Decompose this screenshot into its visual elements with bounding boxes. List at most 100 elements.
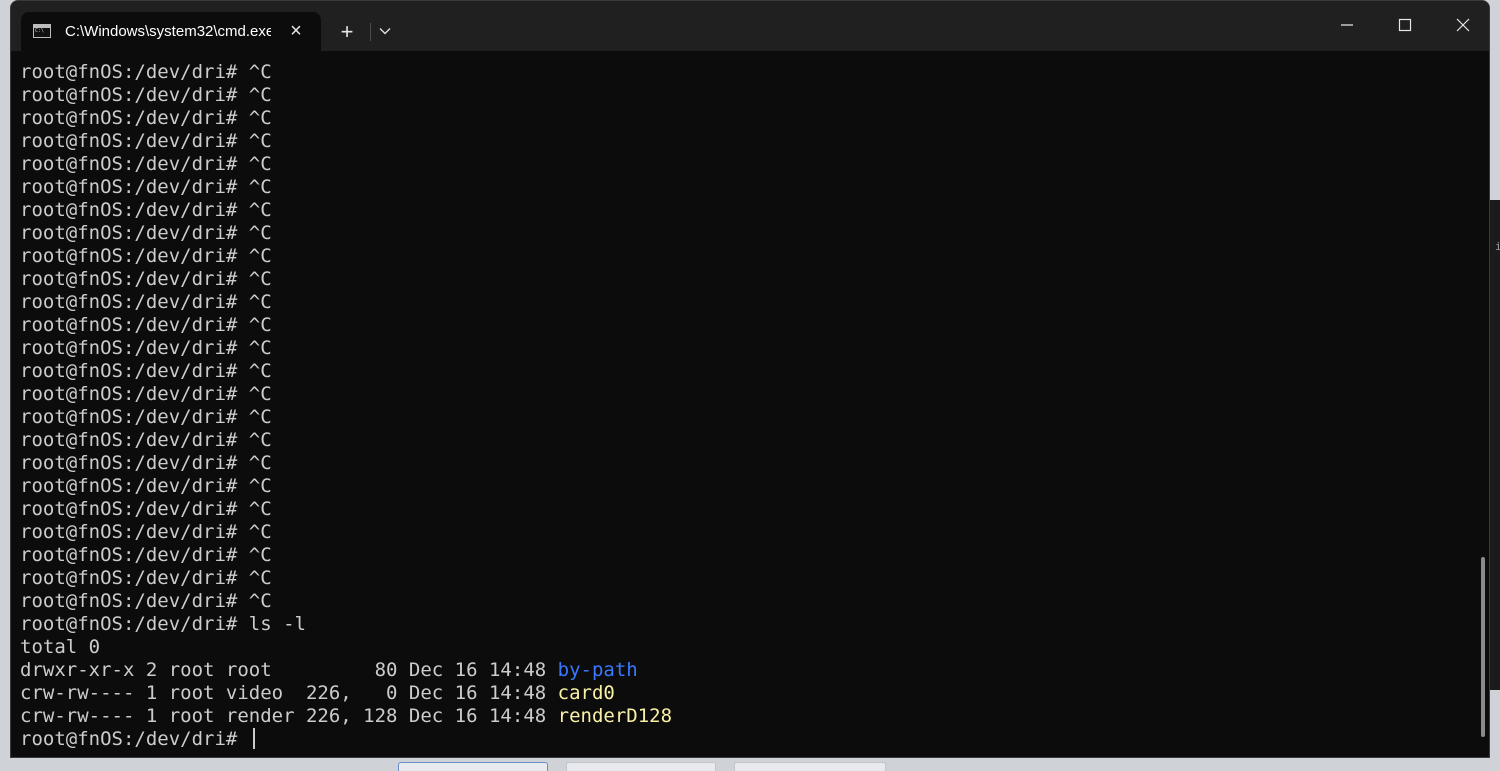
prompt: root@fnOS:/dev/dri# bbox=[20, 153, 249, 175]
listing-filename: by-path bbox=[557, 659, 638, 681]
prompt: root@fnOS:/dev/dri# bbox=[20, 245, 249, 267]
terminal-line: root@fnOS:/dev/dri# ^C bbox=[20, 222, 1470, 245]
terminal-line: root@fnOS:/dev/dri# ^C bbox=[20, 199, 1470, 222]
command-text: ^C bbox=[248, 84, 272, 106]
prompt: root@fnOS:/dev/dri# bbox=[20, 498, 249, 520]
command-text: ^C bbox=[248, 153, 272, 175]
command-text: ^C bbox=[248, 314, 272, 336]
listing-attributes: drwxr-xr-x 2 root root 80 Dec 16 14:48 bbox=[20, 659, 558, 681]
command-text: ^C bbox=[248, 107, 272, 129]
terminal-icon bbox=[33, 24, 51, 38]
background-window-edge: i bbox=[1490, 200, 1500, 690]
listing-filename: card0 bbox=[557, 682, 615, 704]
terminal-line: root@fnOS:/dev/dri# ^C bbox=[20, 84, 1470, 107]
prompt: root@fnOS:/dev/dri# bbox=[20, 61, 249, 83]
terminal-line: total 0 bbox=[20, 636, 1470, 659]
prompt: root@fnOS:/dev/dri# bbox=[20, 452, 249, 474]
tab-title: C:\Windows\system32\cmd.exe bbox=[65, 23, 271, 40]
terminal-line: root@fnOS:/dev/dri# ^C bbox=[20, 521, 1470, 544]
prompt: root@fnOS:/dev/dri# bbox=[20, 360, 249, 382]
chevron-down-icon bbox=[379, 28, 391, 35]
command-text: ^C bbox=[248, 360, 272, 382]
prompt: root@fnOS:/dev/dri# bbox=[20, 383, 249, 405]
prompt: root@fnOS:/dev/dri# bbox=[20, 567, 249, 589]
command-text: ^C bbox=[248, 567, 272, 589]
terminal-line: root@fnOS:/dev/dri# ^C bbox=[20, 475, 1470, 498]
minimize-icon bbox=[1341, 24, 1353, 26]
prompt: root@fnOS:/dev/dri# bbox=[20, 84, 249, 106]
command-text: ^C bbox=[248, 268, 272, 290]
command-text: ^C bbox=[248, 176, 272, 198]
terminal-line: root@fnOS:/dev/dri# ^C bbox=[20, 291, 1470, 314]
terminal-line: root@fnOS:/dev/dri# ^C bbox=[20, 107, 1470, 130]
title-bar[interactable]: C:\Windows\system32\cmd.exe × + bbox=[11, 1, 1489, 51]
terminal-line: root@fnOS:/dev/dri# ^C bbox=[20, 383, 1470, 406]
terminal-line: root@fnOS:/dev/dri# ^C bbox=[20, 429, 1470, 452]
terminal-line: root@fnOS:/dev/dri# ^C bbox=[20, 130, 1470, 153]
terminal-line: root@fnOS:/dev/dri# bbox=[20, 728, 1470, 751]
command-text: ^C bbox=[248, 452, 272, 474]
prompt: root@fnOS:/dev/dri# bbox=[20, 590, 249, 612]
listing-row: crw-rw---- 1 root video 226, 0 Dec 16 14… bbox=[20, 682, 1470, 705]
terminal-line: root@fnOS:/dev/dri# ls -l bbox=[20, 613, 1470, 636]
prompt: root@fnOS:/dev/dri# bbox=[20, 130, 249, 152]
terminal-line: root@fnOS:/dev/dri# ^C bbox=[20, 337, 1470, 360]
terminal-output[interactable]: root@fnOS:/dev/dri# ^C root@fnOS:/dev/dri… bbox=[20, 61, 1470, 753]
prompt: root@fnOS:/dev/dri# bbox=[20, 728, 249, 750]
close-window-button[interactable] bbox=[1434, 1, 1489, 49]
text-cursor bbox=[252, 728, 255, 749]
command-text: ^C bbox=[248, 337, 272, 359]
prompt: root@fnOS:/dev/dri# bbox=[20, 176, 249, 198]
command-text: ls -l bbox=[248, 613, 306, 635]
command-text: ^C bbox=[248, 475, 272, 497]
terminal-line: root@fnOS:/dev/dri# ^C bbox=[20, 567, 1470, 590]
terminal-line: root@fnOS:/dev/dri# ^C bbox=[20, 544, 1470, 567]
terminal-window: C:\Windows\system32\cmd.exe × + bbox=[10, 0, 1490, 758]
close-icon bbox=[1456, 18, 1470, 32]
terminal-line: root@fnOS:/dev/dri# ^C bbox=[20, 176, 1470, 199]
prompt: root@fnOS:/dev/dri# bbox=[20, 406, 249, 428]
terminal-line: root@fnOS:/dev/dri# ^C bbox=[20, 360, 1470, 383]
tab-divider bbox=[370, 23, 371, 41]
prompt: root@fnOS:/dev/dri# bbox=[20, 475, 249, 497]
terminal-line: root@fnOS:/dev/dri# ^C bbox=[20, 452, 1470, 475]
terminal-line: root@fnOS:/dev/dri# ^C bbox=[20, 61, 1470, 84]
terminal-line: root@fnOS:/dev/dri# ^C bbox=[20, 314, 1470, 337]
new-tab-button[interactable]: + bbox=[333, 18, 361, 46]
prompt: root@fnOS:/dev/dri# bbox=[20, 107, 249, 129]
command-text: ^C bbox=[248, 406, 272, 428]
tab-cmd[interactable]: C:\Windows\system32\cmd.exe × bbox=[21, 12, 321, 51]
prompt: root@fnOS:/dev/dri# bbox=[20, 314, 249, 336]
prompt: root@fnOS:/dev/dri# bbox=[20, 544, 249, 566]
prompt: root@fnOS:/dev/dri# bbox=[20, 199, 249, 221]
prompt: root@fnOS:/dev/dri# bbox=[20, 613, 249, 635]
command-text: ^C bbox=[248, 130, 272, 152]
maximize-icon bbox=[1398, 18, 1412, 32]
command-text: ^C bbox=[248, 521, 272, 543]
minimize-button[interactable] bbox=[1318, 1, 1376, 49]
output-text: total 0 bbox=[20, 636, 101, 658]
command-text: ^C bbox=[248, 291, 272, 313]
tab-dropdown-button[interactable] bbox=[373, 18, 397, 46]
prompt: root@fnOS:/dev/dri# bbox=[20, 337, 249, 359]
maximize-button[interactable] bbox=[1376, 1, 1434, 49]
terminal-line: root@fnOS:/dev/dri# ^C bbox=[20, 498, 1470, 521]
vertical-scrollbar[interactable] bbox=[1481, 557, 1485, 737]
terminal-line: root@fnOS:/dev/dri# ^C bbox=[20, 268, 1470, 291]
background-glyph: i bbox=[1495, 240, 1500, 253]
terminal-line: root@fnOS:/dev/dri# ^C bbox=[20, 153, 1470, 176]
prompt: root@fnOS:/dev/dri# bbox=[20, 429, 249, 451]
plus-icon: + bbox=[340, 19, 354, 44]
command-text: ^C bbox=[248, 245, 272, 267]
command-text: ^C bbox=[248, 590, 272, 612]
terminal-line: root@fnOS:/dev/dri# ^C bbox=[20, 590, 1470, 613]
prompt: root@fnOS:/dev/dri# bbox=[20, 291, 249, 313]
command-text: ^C bbox=[248, 61, 272, 83]
listing-filename: renderD128 bbox=[557, 705, 673, 727]
listing-attributes: crw-rw---- 1 root render 226, 128 Dec 16… bbox=[20, 705, 558, 727]
command-text: ^C bbox=[248, 498, 272, 520]
close-tab-button[interactable]: × bbox=[285, 19, 307, 43]
terminal-line: root@fnOS:/dev/dri# ^C bbox=[20, 245, 1470, 268]
command-text: ^C bbox=[248, 199, 272, 221]
prompt: root@fnOS:/dev/dri# bbox=[20, 268, 249, 290]
